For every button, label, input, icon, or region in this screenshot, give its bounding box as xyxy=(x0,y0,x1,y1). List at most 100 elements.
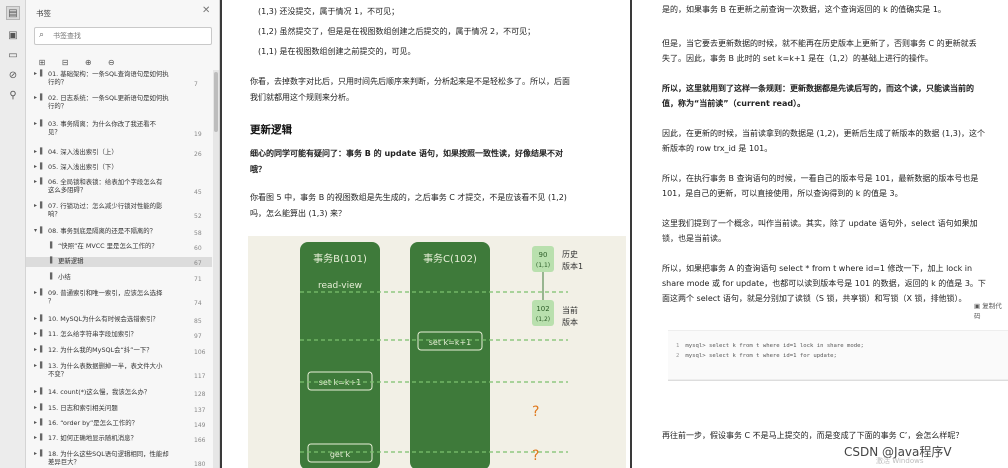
bookmark-item[interactable]: ▸ ▌ 04. 深入浅出索引（上） 26 xyxy=(26,148,212,158)
bookmark-item[interactable]: ▾ ▌ 08. 事务到底是隔离的还是不隔离的？ 58 xyxy=(26,227,212,237)
chevron-right-icon[interactable]: ▸ xyxy=(34,404,37,412)
chevron-right-icon[interactable]: ▸ xyxy=(34,434,37,442)
bookmark-item[interactable]: ▸ ▌ 10. MySQL为什么有时候会选错索引？ 85 xyxy=(26,315,212,325)
bookmark-sidebar: 书签 ✕ ⌕ ⊞ ⊟ ⊕ ⊖ ▸▌01. 基础架构：一条SQL查询语句是如何执行… xyxy=(26,0,220,468)
bookmark-label-line: 08. 事务到底是隔离的还是不隔离的？ xyxy=(48,227,157,235)
attachment-icon[interactable]: ⊘ xyxy=(6,68,20,82)
comment-icon[interactable]: ▭ xyxy=(6,48,20,62)
chevron-right-icon[interactable]: ▸ xyxy=(34,346,37,354)
bookmark-label-line: “快照”在 MVCC 里是怎么工作的？ xyxy=(58,242,158,250)
chevron-down-icon[interactable]: ▾ xyxy=(34,227,37,235)
search-icon: ⌕ xyxy=(39,30,45,40)
bookmark-item[interactable]: ▸ ▌ 01. 基础架构：一条SQL查询语句是如何执 行的？ 7 xyxy=(26,70,212,89)
bookmark-search[interactable]: ⌕ xyxy=(34,27,212,45)
bookmark-page-number: 149 xyxy=(194,422,206,429)
code-block: 1 mysql> select k from t where id=1 lock … xyxy=(668,330,1008,380)
bookmark-item[interactable]: ▸ ▌ 03. 事务隔离：为什么你改了我还看不 见？ 19 xyxy=(26,120,212,139)
txn-b-box xyxy=(300,242,380,468)
bookmark-item[interactable]: ▸ ▌ 18. 为什么这些SQL语句逻辑相同，性能却 差异巨大？ 180 xyxy=(26,450,212,468)
chevron-right-icon[interactable]: ▸ xyxy=(34,330,37,338)
bookmark-page-number: 67 xyxy=(194,260,202,267)
copy-code-button[interactable]: ▣ 复制代码 xyxy=(974,300,1008,320)
chevron-right-icon[interactable]: ▸ xyxy=(34,419,37,427)
collapse-all-icon[interactable]: ⊟ xyxy=(59,57,71,69)
bookmark-label: 03. 事务隔离：为什么你改了我还看不 见？ xyxy=(48,120,180,137)
txn-c-box xyxy=(410,242,490,468)
text-line: 失了。因此，事务 B 此时的 set k=k+1 是在（1,2）的基础上进行的操… xyxy=(662,54,933,63)
text-line: 你看图 5 中，事务 B 的视图数组是先生成的，之后事务 C 才提交，不是应该看… xyxy=(250,193,567,202)
bookmark-item[interactable]: ▸ ▌ 07. 行锁功过：怎么减少行锁对性能的影 响？ 52 xyxy=(26,202,212,221)
bookmark-label-line: 15. 日志和索引相关问题 xyxy=(48,404,118,412)
sidebar-header: 书签 ✕ xyxy=(26,0,219,26)
bookmark-label-line: 11. 怎么给字符串字段加索引？ xyxy=(48,330,137,338)
thumbnail-icon[interactable]: ▣ xyxy=(6,28,20,42)
bookmark-icon: ▌ xyxy=(40,202,45,209)
chevron-right-icon[interactable]: ▸ xyxy=(34,94,37,102)
bookmark-icon: ▌ xyxy=(50,242,55,249)
bookmark-icon: ▌ xyxy=(50,273,55,280)
bookmark-icon: ▌ xyxy=(40,434,45,441)
sidebar-scrollbar[interactable] xyxy=(213,70,219,468)
bookmark-label-line: 01. 基础架构：一条SQL查询语句是如何执 xyxy=(48,70,169,78)
bookmark-item[interactable]: ▌ “快照”在 MVCC 里是怎么工作的？ 60 xyxy=(26,242,212,252)
text-line: 所以，在执行事务 B 查询语句的时候，一看自己的版本号是 101，最新数据的版本… xyxy=(662,174,979,183)
text-line: 101，是自己的更新，可以直接使用，所以查询得到的 k 的值是 3。 xyxy=(662,189,903,198)
bookmark-item[interactable]: ▸ ▌ 17. 如何正确地显示随机消息？ 166 xyxy=(26,434,212,444)
bookmark-item[interactable]: ▸ ▌ 12. 为什么我的MySQL会“抖”一下？ 106 xyxy=(26,346,212,356)
txn-c-label: 事务C(102) xyxy=(423,252,477,265)
bookmark-label: 17. 如何正确地显示随机消息？ xyxy=(48,434,180,442)
add-bookmark-icon[interactable]: ⊕ xyxy=(82,57,94,69)
bookmark-icon: ▌ xyxy=(40,163,45,170)
bookmark-item[interactable]: ▸ ▌ 02. 日志系统：一条SQL更新语句是如何执 行的？ xyxy=(26,94,212,113)
bookmark-label: 10. MySQL为什么有时候会选错索引？ xyxy=(48,315,180,323)
bookmark-label: 18. 为什么这些SQL语句逻辑相同，性能却 差异巨大？ xyxy=(48,450,180,467)
chevron-right-icon[interactable]: ▸ xyxy=(34,120,37,128)
chevron-right-icon[interactable]: ▸ xyxy=(34,315,37,323)
set-b-label: set k=k+1 xyxy=(319,378,362,387)
bookmark-panel-icon[interactable]: ▤ xyxy=(6,6,20,20)
bookmark-item[interactable]: ▌ 小结 71 xyxy=(26,273,212,283)
chevron-right-icon[interactable]: ▸ xyxy=(34,163,37,171)
chevron-right-icon[interactable]: ▸ xyxy=(34,202,37,210)
version-90-trx: (1,1) xyxy=(536,262,550,269)
code-line: 1 mysql> select k from t where id=1 lock … xyxy=(676,343,864,349)
bookmark-item[interactable]: ▸ ▌ 16. “order by”是怎么工作的？ 149 xyxy=(26,419,212,429)
text-line: 但是，当它要去更新数据的时候，就不能再在历史版本上更新了，否则事务 C 的更新就… xyxy=(662,39,977,48)
delete-bookmark-icon[interactable]: ⊖ xyxy=(105,57,117,69)
bookmark-search-input[interactable] xyxy=(53,30,203,42)
stamp-icon[interactable]: ⚲ xyxy=(6,88,20,102)
close-icon[interactable]: ✕ xyxy=(202,5,210,16)
bookmark-label: 09. 普通索引和唯一索引，应该怎么选择？ xyxy=(48,289,180,306)
bookmark-item[interactable]: ▸ ▌ 11. 怎么给字符串字段加索引？ 97 xyxy=(26,330,212,340)
bookmark-item[interactable]: ▸ ▌ 15. 日志和索引相关问题 137 xyxy=(26,404,212,414)
bookmark-label-line: 05. 深入浅出索引（下） xyxy=(48,163,118,171)
chevron-right-icon[interactable]: ▸ xyxy=(34,178,37,186)
text-line: (1,2) 虽然提交了，但是是在视图数组创建之后提交的，属于情况 2，不可见； xyxy=(258,27,536,36)
bookmark-item[interactable]: ▸ ▌ 05. 深入浅出索引（下） xyxy=(26,163,212,173)
bookmark-page-number: 85 xyxy=(194,318,202,325)
bookmark-item[interactable]: ▸ ▌ 06. 全局锁和表锁：给表加个字段怎么有 这么多阻碍？ 45 xyxy=(26,178,212,197)
pdf-reader-window: ▤ ▣ ▭ ⊘ ⚲ 书签 ✕ ⌕ ⊞ ⊟ ⊕ ⊖ ▸▌01. 基础架构：一条SQ… xyxy=(0,0,1008,468)
chevron-right-icon[interactable]: ▸ xyxy=(34,450,37,458)
bookmark-page-number: 7 xyxy=(194,81,198,89)
bookmark-icon: ▌ xyxy=(40,388,45,395)
chevron-right-icon[interactable]: ▸ xyxy=(34,148,37,156)
bookmark-label-line: 见？ xyxy=(48,128,61,137)
bookmark-label: 02. 日志系统：一条SQL更新语句是如何执 行的？ xyxy=(48,94,180,111)
bookmark-item[interactable]: ▸ ▌ 13. 为什么表数据删掉一半，表文件大小 不变？ 117 xyxy=(26,362,212,381)
bookmark-item[interactable]: ▌ 更新逻辑 67 xyxy=(26,257,212,268)
bookmark-item[interactable]: ▸ ▌ 09. 普通索引和唯一索引，应该怎么选择？ 74 xyxy=(26,289,212,308)
chevron-right-icon[interactable]: ▸ xyxy=(34,388,37,396)
bookmark-page-number: 137 xyxy=(194,407,206,414)
chevron-right-icon[interactable]: ▸ xyxy=(34,70,37,78)
question-mark: ? xyxy=(532,404,539,420)
bookmark-label-line: 行的？ xyxy=(48,102,68,111)
scrollbar-thumb[interactable] xyxy=(214,72,218,132)
text-line: 再往前一步，假设事务 C 不是马上提交的，而是变成了下面的事务 C’，会怎么样呢… xyxy=(662,431,964,440)
bookmark-item[interactable]: ▸ ▌ 14. count(*)这么慢，我该怎么办？ 128 xyxy=(26,388,212,398)
bookmark-page-number: 52 xyxy=(194,213,202,221)
chevron-right-icon[interactable]: ▸ xyxy=(34,362,37,370)
code-text: mysql> select k from t where id=1 lock i… xyxy=(685,343,864,349)
chevron-right-icon[interactable]: ▸ xyxy=(34,289,37,297)
expand-all-icon[interactable]: ⊞ xyxy=(36,57,48,69)
